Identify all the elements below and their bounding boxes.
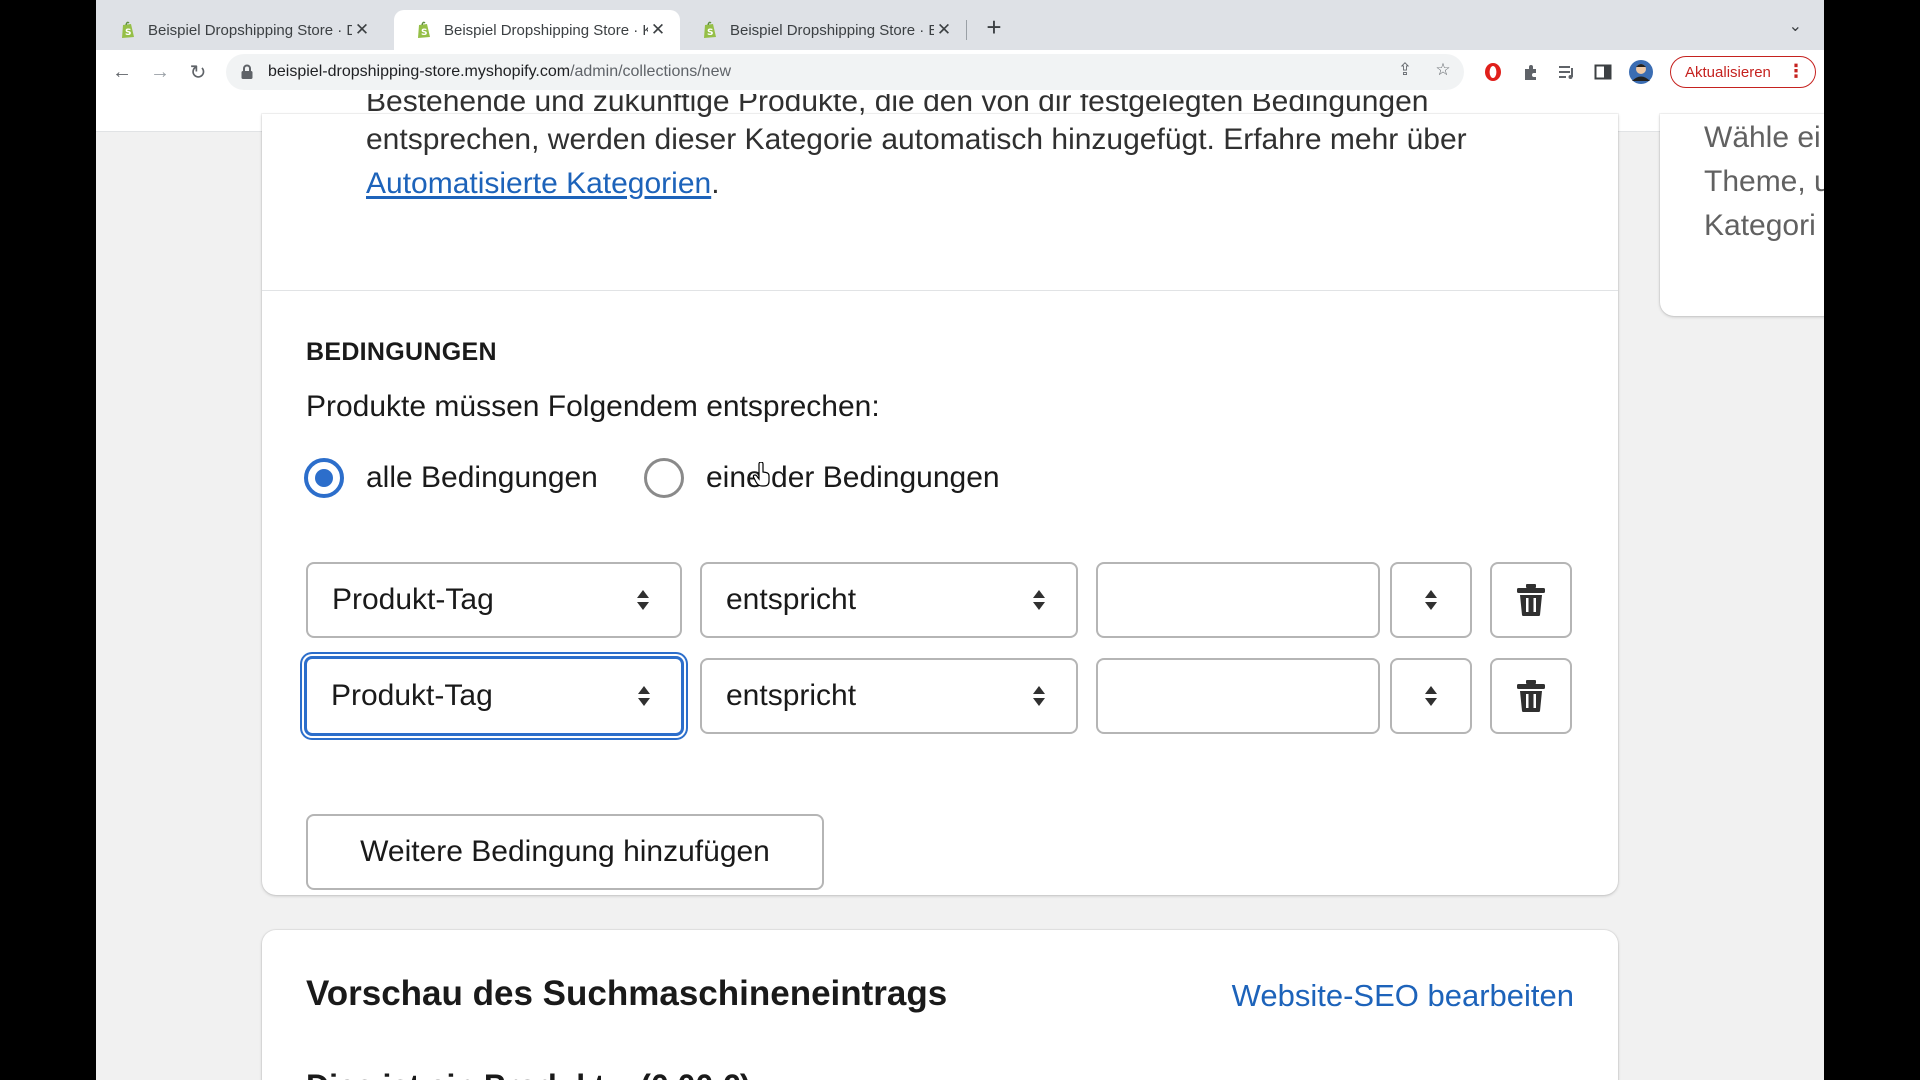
stepper-arrows-icon — [1425, 590, 1437, 610]
collection-type-card: Bestehende und zukünftige Produkte, die … — [262, 94, 1618, 895]
bookmark-star-icon[interactable]: ☆ — [1432, 59, 1454, 81]
trash-icon — [1517, 584, 1545, 616]
browser-window: S Beispiel Dropshipping Store · D ✕ S Be… — [96, 0, 1824, 1080]
radio-button-checked[interactable] — [304, 458, 344, 498]
radio-label: eine der Bedingungen — [706, 461, 1000, 494]
forward-button[interactable]: → — [146, 58, 174, 86]
side-text-line: Theme, u — [1704, 165, 1824, 198]
select-value: entspricht — [726, 583, 857, 616]
letterbox-left — [0, 0, 96, 1080]
radio-all-conditions[interactable]: alle Bedingungen — [304, 456, 598, 500]
seo-preview-card: Vorschau des Suchmaschineneintrags Websi… — [262, 930, 1618, 1080]
opera-extension-icon[interactable] — [1482, 61, 1504, 83]
profile-avatar[interactable] — [1628, 59, 1654, 85]
new-tab-button[interactable]: + — [980, 14, 1008, 42]
condition-field-select[interactable]: Produkt-Tag — [304, 656, 684, 736]
side-panel-icon[interactable] — [1592, 61, 1614, 83]
tab-2[interactable]: S Beispiel Dropshipping Store · K ✕ — [394, 10, 680, 50]
select-value: Produkt-Tag — [331, 679, 493, 712]
condition-operator-select[interactable]: entspricht — [700, 658, 1078, 734]
condition-operator-select[interactable]: entspricht — [700, 562, 1078, 638]
description-line: entsprechen, werden dieser Kategorie aut… — [366, 123, 1467, 156]
browser-toolbar: ← → ↻ beispiel-dropshipping-store.myshop… — [96, 50, 1824, 94]
close-icon[interactable]: ✕ — [648, 20, 668, 40]
svg-text:S: S — [421, 28, 427, 38]
shopify-icon: S — [122, 21, 134, 38]
condition-value-stepper[interactable] — [1390, 658, 1472, 734]
delete-condition-button[interactable] — [1490, 658, 1572, 734]
edit-seo-link[interactable]: Website-SEO bearbeiten — [1232, 978, 1574, 1014]
conditions-subheading: Produkte müssen Folgendem entsprechen: — [306, 390, 880, 423]
section-divider — [262, 290, 1618, 291]
close-icon[interactable]: ✕ — [934, 20, 954, 40]
seo-preview-cut-line: Dies ist ein Produkt... (0,00 €) — [306, 1068, 751, 1080]
close-icon[interactable]: ✕ — [352, 20, 372, 40]
update-label: Aktualisieren — [1685, 63, 1771, 81]
reload-button[interactable]: ↻ — [184, 58, 212, 86]
select-arrows-icon — [1033, 686, 1045, 706]
tab-separator — [966, 20, 967, 40]
radio-label: alle Bedingungen — [366, 461, 598, 494]
lock-icon — [241, 64, 253, 79]
hand-cursor-icon — [752, 462, 770, 487]
tab-1[interactable]: S Beispiel Dropshipping Store · D ✕ — [98, 10, 384, 50]
select-value: Produkt-Tag — [332, 583, 494, 616]
select-value: entspricht — [726, 679, 857, 712]
conditions-heading: BEDINGUNGEN — [306, 338, 497, 366]
description-period: . — [711, 167, 720, 200]
share-icon[interactable]: ⇪ — [1394, 59, 1416, 81]
url-path: /admin/collections/new — [570, 63, 732, 80]
update-button[interactable]: Aktualisieren ⋮ — [1670, 56, 1816, 88]
side-text-line: Wähle ei — [1704, 121, 1821, 154]
delete-condition-button[interactable] — [1490, 562, 1572, 638]
automated-description: Bestehende und zukünftige Produkte, die … — [366, 94, 1586, 206]
tab-3[interactable]: S Beispiel Dropshipping Store · B ✕ — [680, 10, 966, 50]
url-text: beispiel-dropshipping-store.myshopify.co… — [268, 63, 731, 81]
condition-field-select[interactable]: Produkt-Tag — [306, 562, 682, 638]
shopify-icon: S — [418, 21, 430, 38]
svg-text:S: S — [707, 28, 713, 38]
radio-button[interactable] — [644, 458, 684, 498]
trash-icon — [1517, 680, 1545, 712]
letterbox-right — [1824, 0, 1920, 1080]
shopify-icon: S — [704, 21, 716, 38]
tab-title: Beispiel Dropshipping Store · D — [148, 21, 352, 39]
theme-template-text: Wähle ei Theme, u Kategori — [1704, 116, 1824, 248]
condition-value-input[interactable] — [1096, 562, 1380, 638]
media-queue-icon[interactable] — [1556, 61, 1578, 83]
back-button[interactable]: ← — [108, 58, 136, 86]
address-bar[interactable]: beispiel-dropshipping-store.myshopify.co… — [226, 54, 1464, 90]
condition-value-input[interactable] — [1096, 658, 1380, 734]
seo-preview-title: Vorschau des Suchmaschineneintrags — [306, 974, 948, 1013]
tab-search-button[interactable]: ⌄ — [1789, 16, 1802, 36]
svg-text:S: S — [125, 28, 131, 38]
tab-title: Beispiel Dropshipping Store · B — [730, 21, 934, 39]
condition-value-stepper[interactable] — [1390, 562, 1472, 638]
browser-menu-icon[interactable]: ⋮ — [1787, 61, 1805, 82]
select-arrows-icon — [1033, 590, 1045, 610]
url-host: beispiel-dropshipping-store.myshopify.co… — [268, 63, 571, 80]
stepper-arrows-icon — [1425, 686, 1437, 706]
description-line-cut: Bestehende und zukünftige Produkte, die … — [366, 94, 1429, 118]
tab-title: Beispiel Dropshipping Store · K — [444, 21, 648, 39]
select-arrows-icon — [637, 590, 649, 610]
select-arrows-icon — [638, 686, 650, 706]
extensions-puzzle-icon[interactable] — [1520, 61, 1542, 83]
theme-template-card: Wähle ei Theme, u Kategori — [1660, 114, 1824, 316]
radio-any-condition[interactable]: eine der Bedingungen — [644, 456, 1000, 500]
automated-collections-link[interactable]: Automatisierte Kategorien — [366, 167, 711, 200]
add-condition-button[interactable]: Weitere Bedingung hinzufügen — [306, 814, 824, 890]
page-content: Bestehende und zukünftige Produkte, die … — [96, 94, 1824, 1080]
side-text-line: Kategori — [1704, 209, 1816, 242]
tab-strip: S Beispiel Dropshipping Store · D ✕ S Be… — [96, 0, 1824, 50]
